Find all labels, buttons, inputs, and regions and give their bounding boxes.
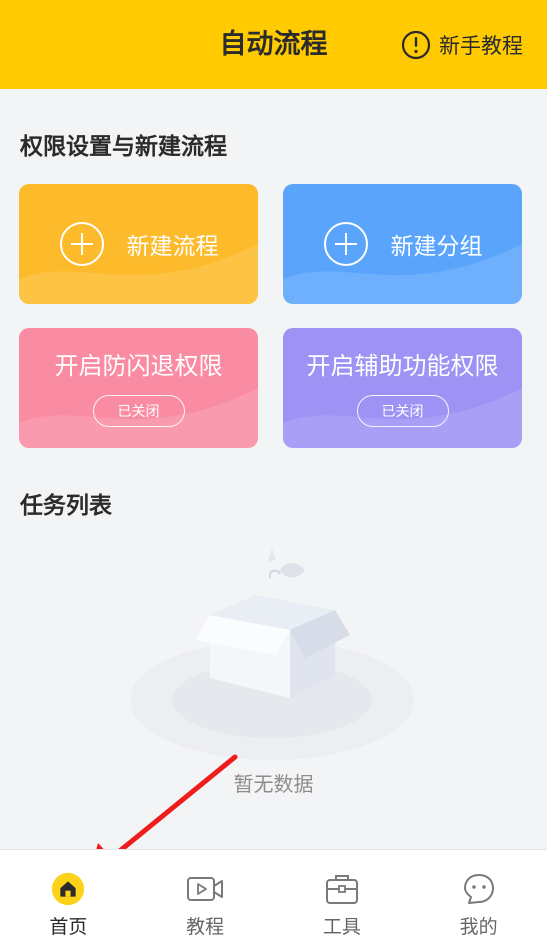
home-icon: [52, 872, 85, 906]
tutorial-label: 新手教程: [439, 34, 523, 58]
nav-label-profile: 我的: [459, 916, 498, 938]
new-group-label: 新建分组: [390, 234, 483, 260]
toolbox-icon: [325, 875, 358, 904]
nav-item-tools[interactable]: 工具: [274, 850, 411, 940]
new-group-card[interactable]: 新建分组: [283, 184, 522, 304]
task-list-title: 任务列表: [20, 493, 112, 519]
plus-circle-icon: [323, 222, 368, 266]
anti-crash-status-badge: 已关闭: [92, 395, 185, 427]
nav-label-tools: 工具: [322, 916, 361, 938]
anti-crash-permission-card[interactable]: 开启防闪退权限 已关闭: [19, 328, 258, 448]
new-flow-card[interactable]: 新建流程: [19, 184, 258, 304]
plus-circle-icon: [59, 222, 104, 266]
accessibility-permission-label: 开启辅助功能权限: [306, 352, 499, 380]
new-flow-label: 新建流程: [126, 234, 219, 260]
video-icon: [187, 877, 224, 901]
tutorial-button[interactable]: 新手教程: [401, 29, 523, 61]
nav-label-home: 首页: [49, 916, 88, 938]
permissions-section-title: 权限设置与新建流程: [20, 134, 227, 160]
anti-crash-permission-label: 开启防闪退权限: [54, 352, 223, 380]
accessibility-status-badge: 已关闭: [356, 395, 449, 427]
nav-item-tutorial[interactable]: 教程: [137, 850, 274, 940]
nav-label-tutorial: 教程: [186, 916, 225, 938]
info-circle-icon: [401, 30, 431, 60]
top-app-bar: 自动流程 新手教程: [0, 0, 547, 89]
nav-item-profile[interactable]: 我的: [410, 850, 547, 940]
bottom-navigation: 首页 教程 工具 我的: [0, 849, 547, 940]
empty-box-icon: [130, 548, 414, 760]
accessibility-permission-card[interactable]: 开启辅助功能权限 已关闭: [283, 328, 522, 448]
nav-item-home[interactable]: 首页: [0, 850, 137, 940]
profile-icon: [463, 874, 494, 904]
